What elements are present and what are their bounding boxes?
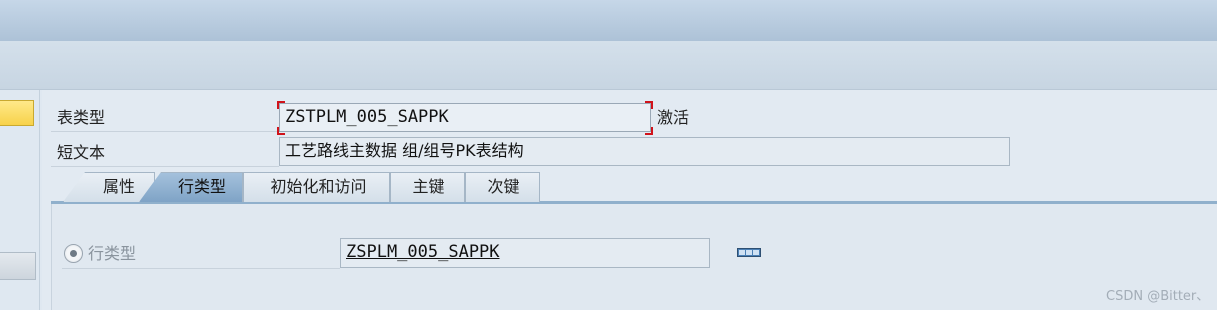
- tab-primary-key[interactable]: 主键: [390, 172, 465, 202]
- label-underline: [51, 131, 279, 132]
- highlighted-button[interactable]: [0, 100, 34, 126]
- focus-corner-bl: [277, 127, 285, 135]
- short-text-label: 短文本: [57, 143, 106, 162]
- table-category-field[interactable]: ZSTPLM_005_SAPPK: [279, 103, 651, 132]
- application-toolbar: [0, 41, 1217, 90]
- watermark: CSDN @Bitter、: [1106, 289, 1210, 304]
- label-underline: [51, 166, 279, 167]
- title-bar: [0, 0, 1217, 41]
- label-underline: [62, 268, 340, 269]
- tab-secondary-key[interactable]: 次键: [465, 172, 540, 202]
- matchcode-icon[interactable]: [737, 248, 761, 257]
- focus-corner-tl: [277, 101, 285, 109]
- focus-corner-br: [645, 127, 653, 135]
- focus-corner-tr: [645, 101, 653, 109]
- line-type-radio-label: 行类型: [88, 244, 137, 263]
- side-button[interactable]: [0, 252, 36, 280]
- line-type-field[interactable]: ZSPLM_005_SAPPK: [340, 238, 710, 268]
- tab-initialization-access[interactable]: 初始化和访问: [243, 172, 390, 202]
- line-type-radio[interactable]: [64, 244, 83, 263]
- short-text-field[interactable]: 工艺路线主数据 组/组号PK表结构: [279, 137, 1010, 166]
- activation-status: 激活: [657, 108, 690, 127]
- table-category-label: 表类型: [57, 108, 106, 127]
